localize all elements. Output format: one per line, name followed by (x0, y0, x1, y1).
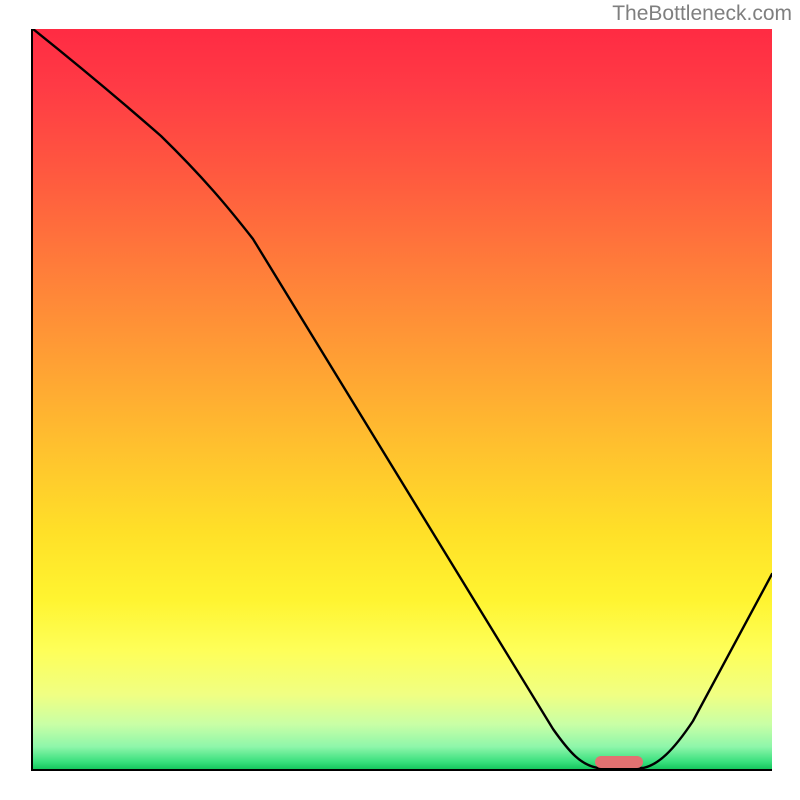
optimal-marker (595, 756, 643, 768)
curve-svg (33, 29, 772, 769)
bottleneck-curve-path (33, 29, 772, 768)
chart-container: TheBottleneck.com (0, 0, 800, 800)
watermark-text: TheBottleneck.com (612, 2, 792, 26)
plot-area (31, 29, 772, 771)
